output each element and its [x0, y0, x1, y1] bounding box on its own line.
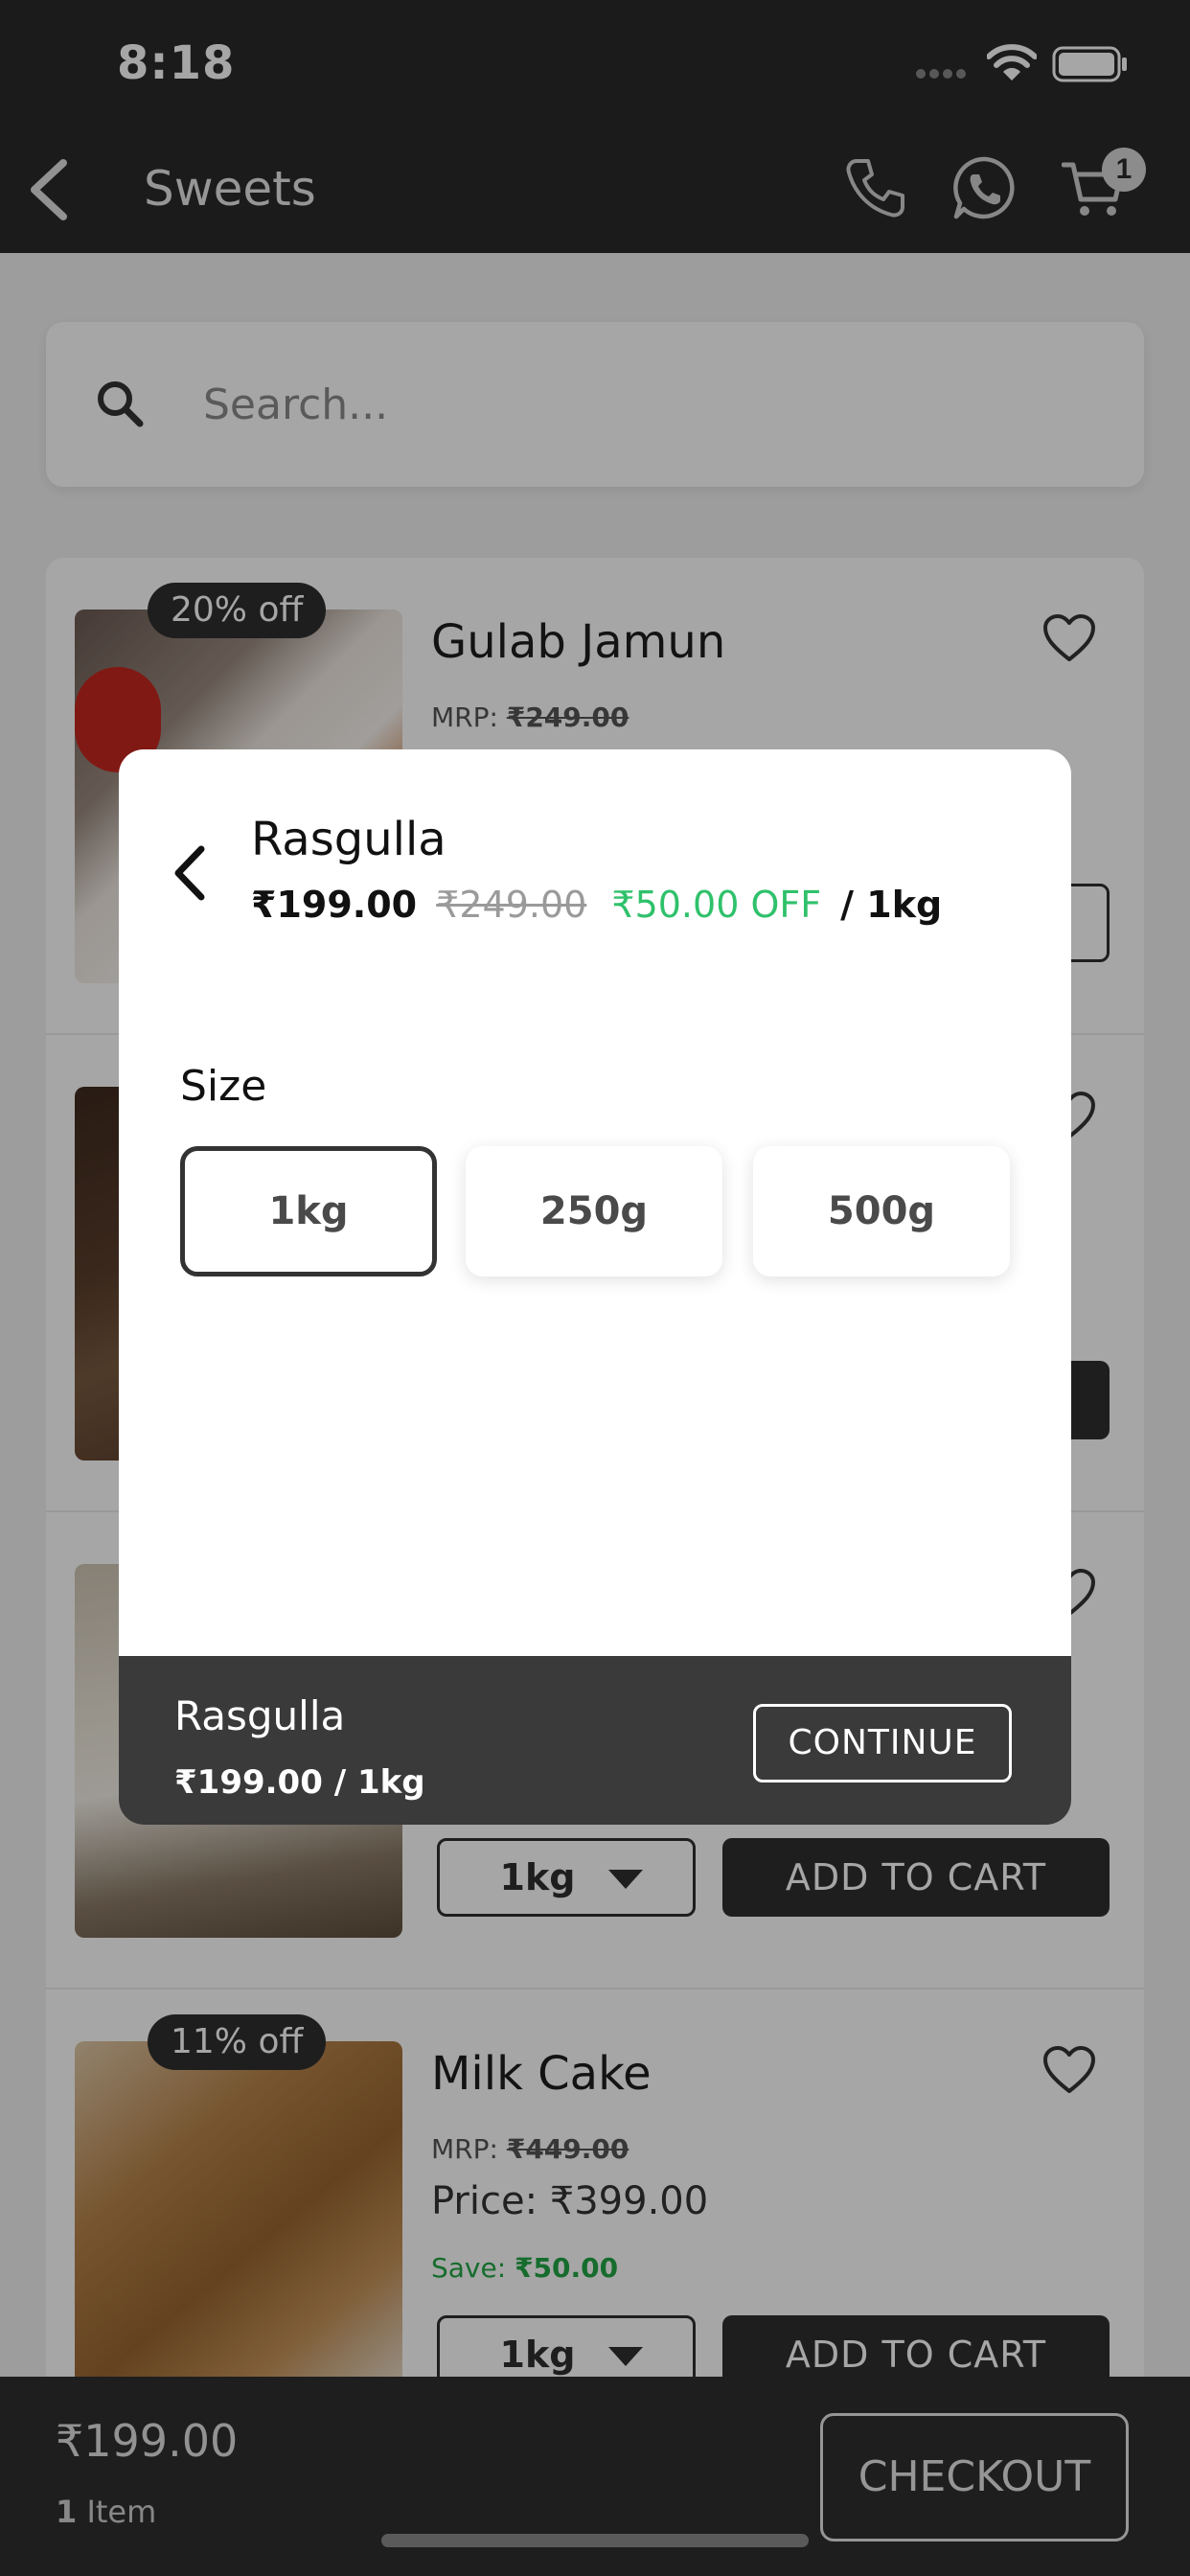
back-arrow-icon[interactable] — [169, 843, 211, 903]
modal-footer: Rasgulla ₹199.00 / 1kg CONTINUE — [119, 1656, 1071, 1825]
modal-mrp: ₹249.00 — [436, 884, 587, 926]
modal-price-row: ₹199.00 ₹249.00 ₹50.00 OFF / 1kg — [251, 884, 942, 926]
size-option-250g[interactable]: 250g — [466, 1146, 722, 1276]
size-option-500g[interactable]: 500g — [753, 1146, 1010, 1276]
size-selection-modal: Rasgulla ₹199.00 ₹249.00 ₹50.00 OFF / 1k… — [119, 749, 1071, 1825]
modal-discount: ₹50.00 OFF — [611, 884, 822, 926]
modal-price: ₹199.00 — [251, 884, 418, 926]
modal-product-name: Rasgulla — [251, 813, 446, 866]
size-option-1kg[interactable]: 1kg — [180, 1146, 437, 1276]
footer-product-name: Rasgulla — [174, 1692, 346, 1739]
modal-unit: / 1kg — [840, 884, 943, 926]
size-heading: Size — [180, 1062, 267, 1111]
continue-button[interactable]: CONTINUE — [753, 1704, 1012, 1782]
footer-price: ₹199.00 / 1kg — [174, 1763, 425, 1802]
